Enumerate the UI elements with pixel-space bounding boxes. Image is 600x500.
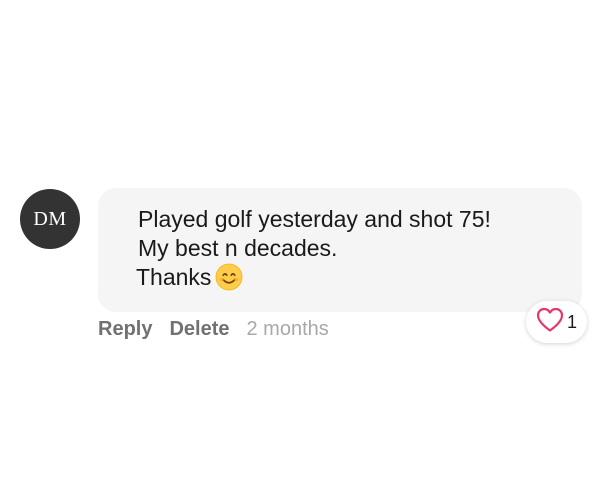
smiling-face-icon <box>215 263 243 298</box>
reply-button[interactable]: Reply <box>98 318 152 341</box>
reaction-count: 1 <box>566 311 577 332</box>
comment-line-2: My best n decades. <box>138 235 338 261</box>
reaction-badge[interactable]: 1 <box>526 301 587 343</box>
heart-icon <box>536 307 564 338</box>
comment-text: Played golf yesterday and shot 75! My be… <box>136 205 558 298</box>
comment-actions: Reply Delete 2 months <box>98 318 329 341</box>
avatar-initials: DM <box>33 207 67 230</box>
timestamp: 2 months <box>246 318 329 340</box>
avatar[interactable]: DM <box>20 189 80 249</box>
comment-line-1: Played golf yesterday and shot 75! <box>138 206 491 232</box>
delete-button[interactable]: Delete <box>169 318 229 341</box>
comment-line-3: Thanks <box>136 263 558 298</box>
comment-line-3-text: Thanks <box>136 264 212 290</box>
